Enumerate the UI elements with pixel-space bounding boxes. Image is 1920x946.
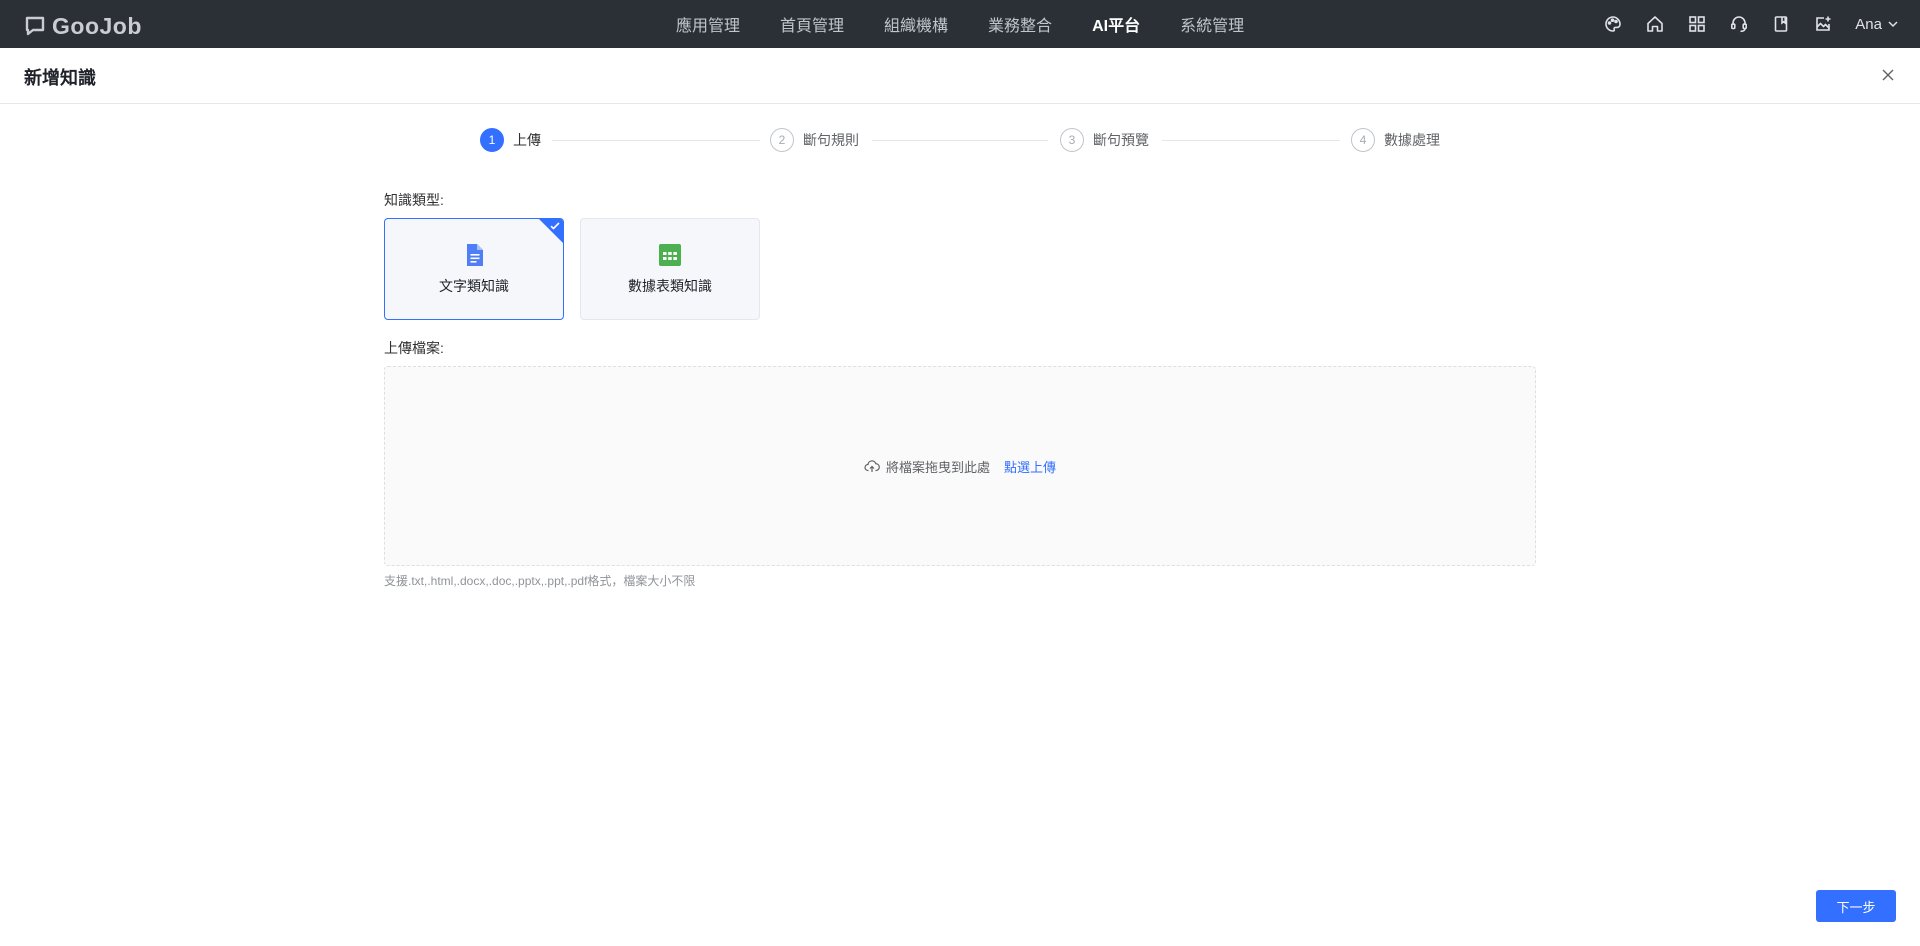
upload-format-tip: 支援.txt,.html,.docx,.doc,.pptx,.ppt,.pdf格… <box>384 574 696 588</box>
type-card-table-knowledge[interactable]: 數據表類知識 <box>580 218 760 320</box>
page-title: 新增知識 <box>24 68 96 88</box>
toolbar: Ana <box>1603 0 1900 48</box>
page-header: 新增知識 <box>0 48 1920 104</box>
upload-hint: 將檔案拖曳到此處 <box>885 459 990 475</box>
step-upload: 1 上傳 <box>480 128 541 152</box>
chat-bubble-logo-icon <box>25 16 45 36</box>
step-label: 斷句規則 <box>803 132 859 148</box>
nav-item-ai-platform[interactable]: AI平台 <box>1092 12 1140 36</box>
step-data-processing: 4 數據處理 <box>1351 128 1440 152</box>
chevron-down-icon <box>1888 21 1898 28</box>
nav-item-organization[interactable]: 組織機構 <box>884 12 948 36</box>
step-sentence-preview: 3 斷句預覽 <box>1060 128 1149 152</box>
step-label: 斷句預覽 <box>1093 132 1149 148</box>
book-icon[interactable] <box>1771 14 1791 34</box>
type-card-label: 文字類知識 <box>439 278 509 294</box>
nav-item-system-management[interactable]: 系統管理 <box>1180 12 1244 36</box>
support-icon[interactable] <box>1729 14 1749 34</box>
check-icon <box>550 222 560 230</box>
next-step-button[interactable]: 下一步 <box>1816 890 1896 922</box>
upload-dropzone[interactable]: 將檔案拖曳到此處 點選上傳 <box>384 366 1536 566</box>
step-number: 2 <box>770 128 794 152</box>
nav-item-business-integration[interactable]: 業務整合 <box>988 12 1052 36</box>
step-connector <box>552 140 760 141</box>
grid-icon[interactable] <box>1687 14 1707 34</box>
step-connector <box>1162 140 1340 141</box>
nav-item-homepage-management[interactable]: 首頁管理 <box>780 12 844 36</box>
image-add-icon[interactable] <box>1813 14 1833 34</box>
step-progress: 1 上傳 2 斷句規則 3 斷句預覽 4 數據處理 <box>480 128 1440 152</box>
document-icon <box>467 244 483 266</box>
upload-file-label: 上傳檔案: <box>384 340 444 356</box>
nav-item-app-management[interactable]: 應用管理 <box>676 12 740 36</box>
step-number: 1 <box>480 128 504 152</box>
cloud-upload-icon <box>864 460 880 472</box>
step-number: 3 <box>1060 128 1084 152</box>
user-menu[interactable]: Ana <box>1855 16 1900 33</box>
click-upload-link[interactable]: 點選上傳 <box>1004 457 1056 476</box>
type-card-label: 數據表類知識 <box>628 278 712 294</box>
step-connector <box>872 140 1048 141</box>
step-number: 4 <box>1351 128 1375 152</box>
user-name: Ana <box>1855 15 1882 33</box>
brand-logo-text: GooJob <box>52 12 142 39</box>
brand-logo[interactable]: GooJob <box>24 12 142 39</box>
main-nav: 應用管理 首頁管理 組織機構 業務整合 AI平台 系統管理 <box>676 0 1244 48</box>
step-sentence-rules: 2 斷句規則 <box>770 128 859 152</box>
step-label: 數據處理 <box>1384 132 1440 148</box>
home-icon[interactable] <box>1645 14 1665 34</box>
top-navbar: GooJob 應用管理 首頁管理 組織機構 業務整合 AI平台 系統管理 Ana <box>0 0 1920 48</box>
table-icon <box>659 244 681 266</box>
knowledge-type-label: 知識類型: <box>384 192 444 208</box>
close-icon[interactable] <box>1878 65 1898 85</box>
palette-icon[interactable] <box>1603 14 1623 34</box>
type-card-text-knowledge[interactable]: 文字類知識 <box>384 218 564 320</box>
step-label: 上傳 <box>513 132 541 148</box>
